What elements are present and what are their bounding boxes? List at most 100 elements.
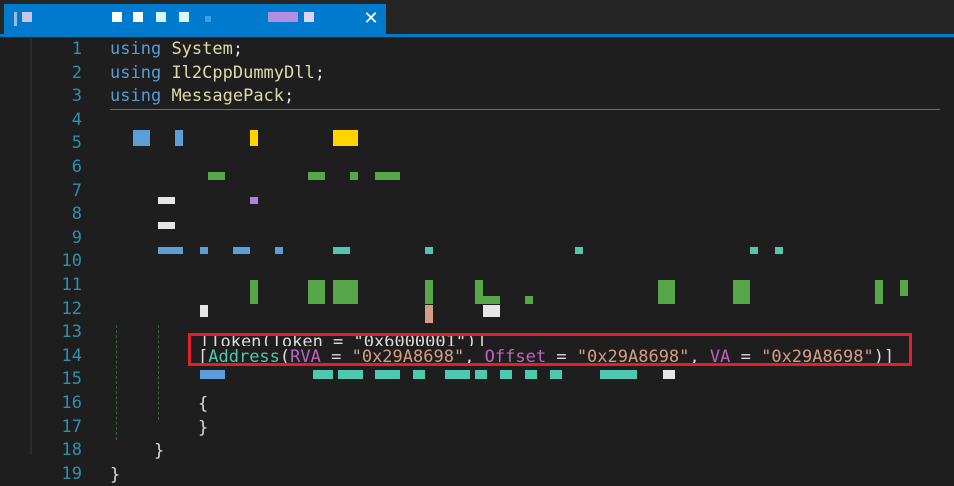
line-number: 12 [61,298,82,319]
line-number-gutter: 1 2 3 4 5 6 7 8 9 10 11 12 13 14 15 16 1… [34,38,84,486]
line-number: 10 [61,251,82,272]
redacted-code-block [525,370,537,379]
redacted-code-block [425,305,433,323]
close-brace: } [198,417,209,438]
redacted-code-block [338,370,363,379]
editor-margin [30,38,32,455]
redacted-code-block [208,172,225,180]
redacted-code-block [575,247,583,254]
line-number: 8 [71,204,82,225]
redacted-filename-block [133,12,143,22]
code-editor[interactable]: using System; using Il2CppDummyDll; usin… [110,38,950,484]
redacted-filename-block [112,12,122,22]
line-number: 5 [71,133,82,154]
redacted-code-block [308,172,325,180]
redacted-code-block [250,280,258,304]
line-number: 7 [71,180,82,201]
redacted-filename-block [205,16,211,22]
redacted-code-block [200,305,208,317]
redacted-code-block [175,130,183,146]
line-number: 9 [71,227,82,248]
redacted-filename-block [268,12,298,22]
semicolon: ; [314,62,325,83]
line-number: 13 [61,322,82,343]
indent-guide [116,325,118,440]
line-number: 18 [61,440,82,461]
redacted-code-block [333,247,350,254]
redacted-code-block [483,305,500,317]
redacted-code-block [158,247,183,254]
code-line-16: { [110,393,950,417]
close-brace: } [110,464,121,484]
redacted-code-block [250,197,258,204]
redacted-code-block [275,247,283,254]
redacted-code-block [158,197,175,204]
code-line-1: using System; [110,38,950,62]
line-number: 15 [61,369,82,390]
line-number: 14 [61,345,82,366]
line-number: 1 [71,39,82,59]
line-number: 2 [71,62,82,83]
redacted-code-block [750,247,758,254]
redacted-code-block [425,280,433,304]
redacted-code-block [350,172,358,180]
redacted-code-block [663,370,675,379]
redacted-code-block [475,280,483,304]
redacted-code-block [900,280,908,296]
redacted-code-block [475,370,487,379]
namespace: System [171,39,233,59]
line-number: 3 [71,86,82,107]
tab-pin-marker [14,12,17,26]
close-tab-icon[interactable]: ✕ [360,9,382,29]
redacted-code-block [483,296,500,304]
code-line-19: } [110,464,950,484]
redacted-code-block [375,172,400,180]
line-number: 4 [71,109,82,130]
line-number: 19 [61,463,82,484]
redacted-code-block [333,130,358,146]
tab-bar: ✕ [0,0,954,38]
indent-guide [158,325,160,420]
close-brace: } [154,441,165,462]
redacted-code-block [200,370,225,379]
line-number: 11 [61,274,82,295]
code-line-17: } [110,417,950,441]
redacted-code-block [875,280,883,304]
code-line-18: } [110,440,950,464]
keyword: using [110,39,162,59]
open-brace: { [198,393,209,414]
tab-underline [0,34,954,37]
redacted-filename-block [179,12,189,22]
redacted-code-block [445,370,470,379]
redacted-code-block [233,247,250,254]
active-document-tab[interactable]: ✕ [4,4,386,34]
redacted-code-block [733,280,750,304]
redacted-code-block [550,370,562,379]
keyword: using [110,86,162,107]
line-number: 16 [61,392,82,413]
redacted-filename-block [156,12,166,22]
redacted-code-block [500,370,512,379]
redacted-code-block [333,280,358,304]
redacted-code-block [658,280,675,304]
line-number: 17 [61,416,82,437]
semicolon: ; [284,86,295,107]
redacted-code-block [250,130,258,146]
redacted-code-block [525,296,533,304]
namespace: MessagePack [171,86,285,107]
line-number: 6 [71,156,82,177]
redacted-code-block [425,247,433,254]
redacted-code-block [413,370,425,379]
redacted-code-block [775,247,783,254]
redacted-code-block [308,280,325,304]
highlight-box [188,333,912,366]
redacted-code-block [375,370,400,379]
redacted-filename-block [22,12,32,22]
redacted-code-block [313,370,333,379]
